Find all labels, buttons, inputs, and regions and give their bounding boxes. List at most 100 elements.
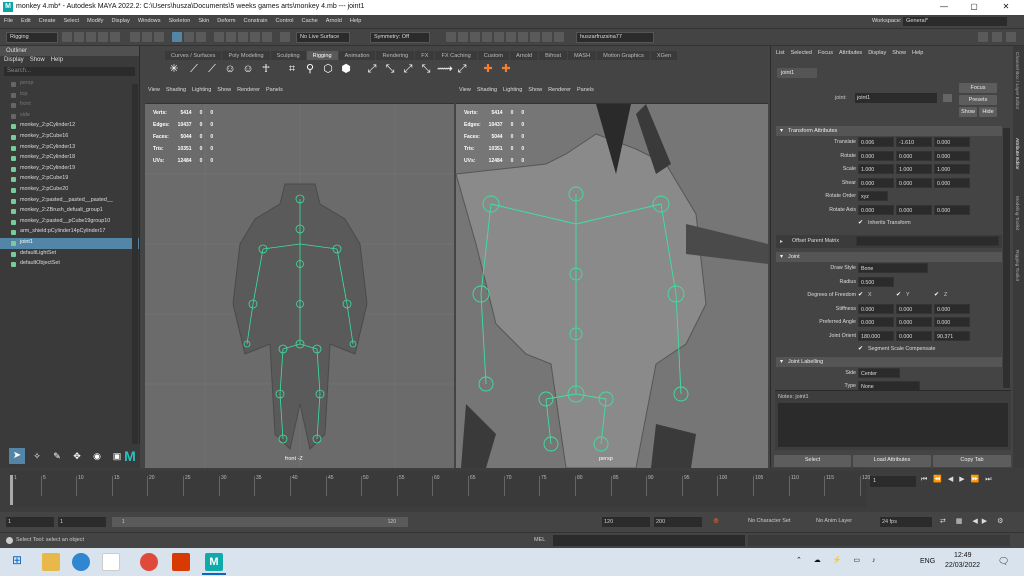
shelf-tab[interactable]: Poly Modeling: [222, 51, 270, 60]
hypershade-icon[interactable]: [482, 32, 492, 42]
offset-parent-field[interactable]: [856, 235, 999, 246]
close-button[interactable]: ✕: [995, 2, 1017, 11]
lasso-tool-icon[interactable]: ✧: [29, 448, 45, 464]
attr-menu-focus[interactable]: Focus: [818, 50, 833, 56]
attr-menu-display[interactable]: Display: [868, 50, 886, 56]
menu-help[interactable]: Help: [346, 15, 366, 24]
side-tab-rigging-toolkit[interactable]: Rigging Toolkit: [1014, 250, 1019, 281]
paint-select-icon[interactable]: ✎: [49, 448, 65, 464]
quick-rig-icon[interactable]: ☺: [241, 62, 255, 76]
shelf-tab[interactable]: Bifrost: [539, 51, 567, 60]
playback-controls[interactable]: ⏮ ⏪ ◀ ▶ ⏩ ⏭: [921, 475, 994, 484]
tray-icons[interactable]: ⌃ ☁ ⚡ ▭ ♪: [796, 556, 880, 564]
side-dropdown[interactable]: Center: [858, 367, 900, 378]
clock-date[interactable]: 22/03/2022: [945, 562, 980, 569]
chrome-icon[interactable]: [140, 553, 158, 571]
outliner-item[interactable]: monkey_2:pCube19: [0, 174, 139, 185]
preferred-x[interactable]: 0.000: [858, 317, 894, 327]
workspace-dropdown[interactable]: General*: [903, 17, 1007, 26]
outliner-item[interactable]: front: [0, 100, 139, 111]
load-attributes-button[interactable]: Load Attributes: [853, 455, 931, 467]
office-icon[interactable]: [172, 553, 190, 571]
select-curve-icon[interactable]: [196, 32, 206, 42]
transform-attributes-header[interactable]: Transform Attributes: [776, 126, 1002, 136]
preferred-z[interactable]: 0.000: [934, 317, 970, 327]
vp-menu-renderer[interactable]: Renderer: [237, 87, 260, 93]
outliner-item[interactable]: monkey_2:pCube16: [0, 132, 139, 143]
select-object-icon[interactable]: [142, 32, 152, 42]
outliner-search-input[interactable]: Search...: [4, 67, 135, 76]
joint-labelling-header[interactable]: Joint Labelling: [776, 356, 1002, 367]
outliner-item[interactable]: monkey_2:pCylinder19: [0, 164, 139, 175]
preferred-y[interactable]: 0.000: [896, 317, 932, 327]
playback-end-field[interactable]: 120: [602, 517, 650, 527]
maximize-button[interactable]: ▢: [963, 2, 985, 11]
outliner-item[interactable]: monkey_2:pCube20: [0, 185, 139, 196]
orient-x[interactable]: 180.000: [858, 330, 894, 341]
aim-constraint-icon[interactable]: ⟿: [437, 62, 453, 76]
windows-start-icon[interactable]: ⊞: [8, 553, 26, 571]
playback-start-field[interactable]: 1: [58, 517, 106, 527]
humanik-icon[interactable]: ☺: [223, 62, 237, 76]
snap-curve-icon[interactable]: [226, 32, 236, 42]
move-tool-icon[interactable]: ✥: [69, 448, 85, 464]
open-scene-icon[interactable]: [74, 32, 84, 42]
save-scene-icon[interactable]: [86, 32, 96, 42]
locator-add-icon[interactable]: ✚: [499, 62, 513, 76]
sidebar-toggle-3-icon[interactable]: [1006, 32, 1016, 42]
vp-menu-lighting[interactable]: Lighting: [192, 87, 211, 93]
orient-z[interactable]: 90.371: [934, 330, 970, 341]
maya-taskbar-icon[interactable]: M: [205, 553, 223, 571]
minimize-button[interactable]: —: [933, 2, 955, 11]
menu-display[interactable]: Display: [107, 15, 133, 24]
mel-label[interactable]: MEL: [534, 537, 545, 543]
render-settings-icon[interactable]: [470, 32, 480, 42]
shelf-tab[interactable]: MASH: [568, 51, 597, 60]
anim-layer-dropdown[interactable]: No Anim Layer: [816, 518, 852, 524]
menu-control[interactable]: Control: [272, 15, 298, 24]
shear-x[interactable]: 0.000: [858, 177, 894, 188]
copy-tab-button[interactable]: Copy Tab: [933, 455, 1011, 467]
scale-z[interactable]: 1.000: [934, 164, 970, 174]
outliner-item[interactable]: monkey_2:pasted__pCube19group10: [0, 217, 139, 228]
shelf-tab[interactable]: FX Caching: [435, 51, 477, 60]
skeleton-icon[interactable]: ☥: [259, 62, 273, 76]
rotate-x[interactable]: 0.000: [858, 150, 894, 161]
scale-constraint-icon[interactable]: ⤡: [419, 62, 433, 76]
translate-y[interactable]: -1.610: [896, 137, 932, 147]
menu-skin[interactable]: Skin: [194, 15, 213, 24]
render-setup-icon[interactable]: [494, 32, 504, 42]
shelf-tab[interactable]: Motion Graphics: [597, 51, 650, 60]
menu-arnold[interactable]: Arnold: [322, 15, 346, 24]
notes-textarea[interactable]: [778, 403, 1008, 447]
shear-y[interactable]: 0.000: [896, 177, 932, 188]
scale-y[interactable]: 1.000: [896, 164, 932, 174]
loop-controls[interactable]: ⇄ ▦ ◀▶ ⚙: [940, 517, 1007, 525]
arnold-view-icon[interactable]: [530, 32, 540, 42]
attr-menu-selected[interactable]: Selected: [791, 50, 812, 56]
timeline-track[interactable]: 1 5 10 15 20 25 30 35 40 45 50 55 60 65 70 75 80 85 90 95 10…: [10, 471, 870, 507]
orient-constraint-icon[interactable]: ⤢: [401, 62, 415, 76]
select-by-object-icon[interactable]: [172, 32, 182, 42]
node-navigate-icon[interactable]: [943, 94, 952, 102]
vp-menu-show[interactable]: Show: [528, 87, 542, 93]
outliner-item[interactable]: joint1: [0, 237, 139, 249]
side-tab-channel-box[interactable]: Channel Box / Layer Editor: [1014, 52, 1019, 109]
menu-cache[interactable]: Cache: [298, 15, 322, 24]
shelf-tab[interactable]: Rendering: [376, 51, 415, 60]
paint-weights-icon[interactable]: ⬢: [339, 62, 353, 76]
outliner-item[interactable]: top: [0, 90, 139, 101]
shelf-tab[interactable]: FX: [415, 51, 435, 60]
fps-dropdown[interactable]: 24 fps: [880, 517, 932, 527]
point-constraint-icon[interactable]: ⤡: [383, 62, 397, 76]
menu-create[interactable]: Create: [35, 15, 60, 24]
shelf-tab[interactable]: XGen: [650, 51, 678, 60]
rotate-tool-icon[interactable]: ◉: [89, 448, 105, 464]
end-time-field[interactable]: 200: [654, 517, 702, 527]
vp-menu-shading[interactable]: Shading: [477, 87, 497, 93]
vp-menu-shading[interactable]: Shading: [166, 87, 186, 93]
menu-constrain[interactable]: Constrain: [240, 15, 272, 24]
locator-icon[interactable]: ✚: [481, 62, 495, 76]
menu-windows[interactable]: Windows: [134, 15, 165, 24]
menu-deform[interactable]: Deform: [213, 15, 239, 24]
